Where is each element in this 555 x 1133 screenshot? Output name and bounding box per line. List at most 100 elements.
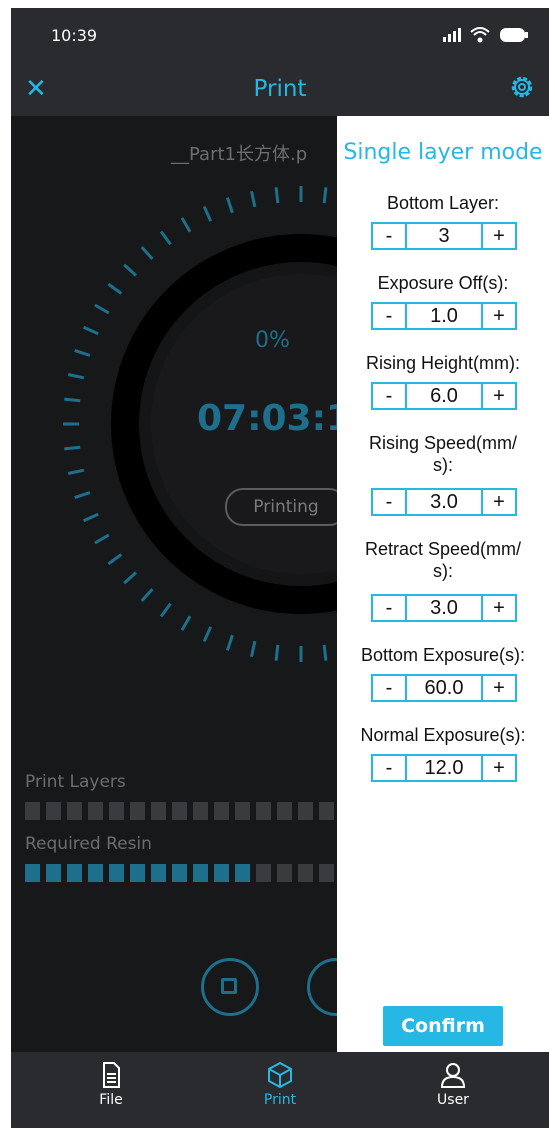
stepper-value[interactable]: 3 [405, 224, 483, 248]
progress-segment [109, 802, 124, 820]
required-resin-label: Required Resin [25, 834, 152, 854]
phone-screen: 10:39 ✕ Print __Part1长方体.p 0% 07:03:1 Pr… [11, 8, 549, 1128]
signal-icon [442, 27, 461, 42]
confirm-button[interactable]: Confirm [383, 1006, 503, 1046]
progress-segment [151, 864, 166, 882]
decrement-button[interactable]: - [373, 224, 405, 248]
dial-tick [107, 282, 123, 295]
decrement-button[interactable]: - [373, 676, 405, 700]
progress-segment [172, 864, 187, 882]
progress-segment [130, 864, 145, 882]
dial-tick [64, 445, 81, 451]
dial-tick [64, 397, 81, 403]
app-bar: ✕ Print [11, 64, 549, 116]
decrement-button[interactable]: - [373, 384, 405, 408]
progress-segment [319, 802, 334, 820]
dial-tick [140, 246, 154, 261]
param-label-bottom-exposure: Bottom Exposure(s): [360, 645, 526, 665]
progress-segment [151, 802, 166, 820]
stepper-value[interactable]: 12.0 [405, 756, 483, 780]
dial-tick [123, 571, 138, 585]
battery-icon [500, 27, 528, 42]
dial-tick [159, 230, 172, 246]
status-icons [441, 24, 529, 43]
param-label-exposure-off: Exposure Off(s): [377, 273, 509, 293]
progress-segment [214, 864, 229, 882]
dial-tick [123, 263, 138, 277]
progress-segment [319, 864, 334, 882]
print-layers-label: Print Layers [25, 772, 126, 792]
progress-percent: 0% [255, 328, 290, 353]
bottom-layer-stepper: - 3 + [371, 222, 517, 250]
tab-label: Print [263, 1092, 297, 1108]
progress-segment [172, 802, 187, 820]
increment-button[interactable]: + [483, 490, 515, 514]
param-label-bottom-layer: Bottom Layer: [386, 193, 500, 213]
progress-segment [88, 864, 103, 882]
progress-segment [46, 864, 61, 882]
cube-icon [268, 1061, 292, 1089]
stepper-value[interactable]: 6.0 [405, 384, 483, 408]
wifi-icon [470, 26, 490, 42]
progress-segment [109, 864, 124, 882]
dial-tick [67, 373, 85, 380]
dial-tick [250, 640, 257, 658]
stepper-value[interactable]: 60.0 [405, 676, 483, 700]
progress-segment [46, 802, 61, 820]
dial-tick [202, 205, 213, 222]
param-label-retract-speed: Retract Speed(mm/ s): [364, 539, 522, 581]
decrement-button[interactable]: - [373, 596, 405, 620]
dial-tick [82, 512, 99, 523]
progress-segment [214, 802, 229, 820]
stepper-value[interactable]: 1.0 [405, 304, 483, 328]
tab-user[interactable]: User [393, 1060, 513, 1108]
progress-segment [88, 802, 103, 820]
decrement-button[interactable]: - [373, 490, 405, 514]
tab-label: User [437, 1092, 469, 1108]
rising-speed-stepper: - 3.0 + [371, 488, 517, 516]
increment-button[interactable]: + [483, 676, 515, 700]
progress-segment [298, 802, 313, 820]
increment-button[interactable]: + [483, 224, 515, 248]
panel-title: Single layer mode [343, 140, 543, 165]
progress-segment [256, 802, 271, 820]
rising-height-stepper: - 6.0 + [371, 382, 517, 410]
increment-button[interactable]: + [483, 304, 515, 328]
status-time: 10:39 [51, 26, 98, 45]
decrement-button[interactable]: - [373, 756, 405, 780]
increment-button[interactable]: + [483, 596, 515, 620]
stop-button[interactable] [201, 958, 259, 1016]
remaining-time: 07:03:1 [197, 398, 352, 439]
tab-file[interactable]: File [51, 1060, 171, 1108]
dial-tick [94, 533, 110, 545]
file-name: __Part1长方体.p [171, 144, 308, 165]
progress-segment [67, 864, 82, 882]
progress-segment [25, 864, 40, 882]
stepper-value[interactable]: 3.0 [405, 490, 483, 514]
increment-button[interactable]: + [483, 756, 515, 780]
progress-segment [256, 864, 271, 882]
bottom-tab-bar: File Print User [11, 1052, 549, 1128]
decrement-button[interactable]: - [373, 304, 405, 328]
dial-tick [107, 553, 123, 566]
progress-segment [25, 802, 40, 820]
dial-tick [140, 587, 154, 602]
dial-tick [67, 468, 85, 475]
dial-tick [226, 197, 234, 214]
stepper-value[interactable]: 3.0 [405, 596, 483, 620]
progress-segment [130, 802, 145, 820]
tab-print[interactable]: Print [220, 1060, 340, 1108]
dial-tick [274, 644, 280, 661]
dial-tick [202, 626, 213, 643]
user-icon [440, 1063, 466, 1088]
dial-tick [159, 602, 172, 618]
param-label-normal-exposure: Normal Exposure(s): [360, 725, 526, 745]
progress-segment [277, 864, 292, 882]
dial-tick [322, 187, 328, 204]
retract-speed-stepper: - 3.0 + [371, 594, 517, 622]
gear-icon[interactable] [509, 74, 535, 100]
progress-segment [235, 802, 250, 820]
progress-segment [277, 802, 292, 820]
increment-button[interactable]: + [483, 384, 515, 408]
param-label-rising-speed: Rising Speed(mm/ s): [368, 433, 518, 475]
